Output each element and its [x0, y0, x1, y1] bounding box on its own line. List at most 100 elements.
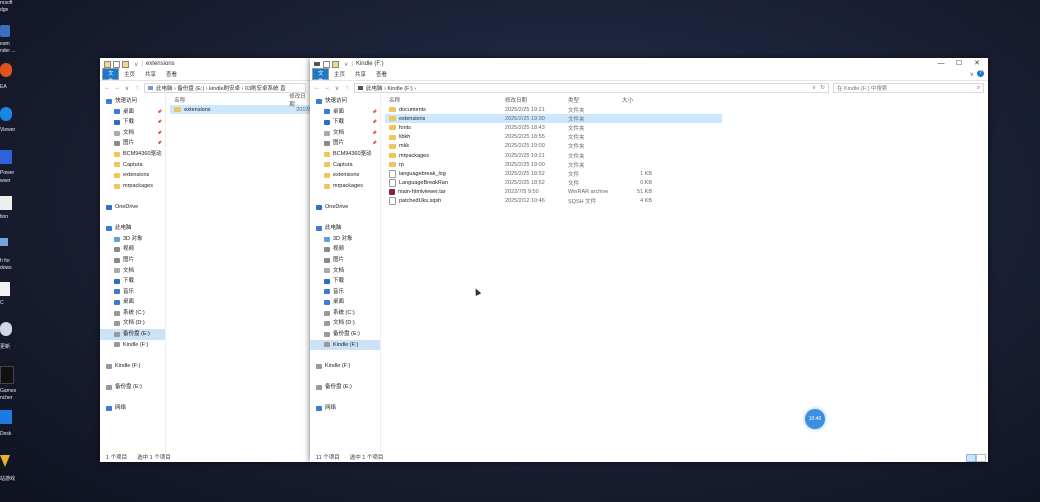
new-folder-icon[interactable]: [332, 60, 339, 68]
table-row[interactable]: languagebreak_log 2025/2/25 18:52 文件 1 KB: [385, 169, 722, 178]
sidebar-item[interactable]: 网络: [310, 403, 380, 414]
column-header-name[interactable]: 名称: [389, 96, 505, 104]
tab-file[interactable]: 文件: [102, 68, 119, 85]
desktop-label[interactable]: Viewer: [0, 127, 15, 133]
desktop-label[interactable]: rosoft: [0, 0, 13, 6]
tab-view[interactable]: 查看: [371, 70, 392, 80]
up-arrow-icon[interactable]: ↑: [134, 85, 140, 91]
desktop-label[interactable]: nder ...: [0, 48, 16, 54]
properties-icon[interactable]: [323, 60, 330, 68]
sidebar-item[interactable]: 文档 📌: [310, 128, 380, 139]
column-header-date[interactable]: 修改日期: [283, 92, 310, 108]
desktop-label[interactable]: C: [0, 300, 4, 306]
table-row[interactable]: mkk 2025/2/25 19:00 文件夹: [385, 142, 722, 151]
sidebar-item[interactable]: 文档: [310, 266, 380, 277]
desktop-label[interactable]: 更新: [0, 344, 10, 350]
desktop-label[interactable]: tion: [0, 214, 8, 220]
sidebar-item[interactable]: 桌面: [310, 297, 380, 308]
address-dropdown-icon[interactable]: ∨: [812, 85, 816, 91]
teamviewer-icon[interactable]: [0, 107, 12, 121]
help-icon[interactable]: ?: [977, 70, 984, 77]
desktop-label[interactable]: 站游戏: [0, 476, 15, 482]
ribbon-expand-icon[interactable]: ∨: [970, 71, 974, 78]
sidebar-item[interactable]: 音乐: [310, 287, 380, 298]
tab-home[interactable]: 主页: [329, 70, 350, 80]
refresh-icon[interactable]: ↻: [820, 85, 825, 91]
sidebar-item[interactable]: 此电脑: [310, 223, 380, 234]
dropdown-icon[interactable]: ∨: [134, 61, 138, 68]
sidebar-item[interactable]: Kindle (F:): [100, 340, 165, 351]
back-arrow-icon[interactable]: ←: [104, 85, 110, 91]
sidebar-item[interactable]: 备份盘 (E:): [100, 382, 165, 393]
sidebar-item[interactable]: 下载: [310, 276, 380, 287]
desktop-label[interactable]: h for: [0, 258, 10, 264]
table-row[interactable]: extensions 2025/2/25 19:30 文件夹: [385, 114, 722, 124]
sidebar-item[interactable]: 系统 (C:): [100, 308, 165, 319]
forward-arrow-icon[interactable]: →: [114, 85, 120, 91]
up-arrow-icon[interactable]: ↑: [344, 85, 350, 91]
sidebar-item[interactable]: 图片 📌: [100, 138, 165, 149]
sidebar-item[interactable]: 下载 📌: [310, 117, 380, 128]
sidebar-item[interactable]: 备份盘 (E:): [310, 329, 380, 340]
search-input[interactable]: 在 Kindle (F:) 中搜索 ⌕: [833, 83, 984, 93]
search-icon[interactable]: ⌕: [977, 85, 980, 92]
tab-share[interactable]: 共享: [140, 70, 161, 80]
table-row[interactable]: patchedUks.sqsh 2025/2/12 10:46 SQSH 文件 4 K…: [385, 197, 722, 206]
app-icon[interactable]: [0, 238, 8, 246]
tab-view[interactable]: 查看: [161, 70, 182, 80]
desktop-label[interactable]: dge: [0, 7, 8, 13]
app-icon[interactable]: [0, 282, 10, 296]
address-input[interactable]: 此电脑 › Kindle (F:) › ∨ ↻: [354, 83, 829, 93]
sidebar-item[interactable]: 快速访问: [100, 96, 165, 107]
desktop-label[interactable]: eam: [0, 41, 10, 47]
app-icon[interactable]: [0, 410, 12, 424]
sidebar-item[interactable]: 图片 📌: [310, 138, 380, 149]
desktop-label[interactable]: EA: [0, 84, 7, 90]
sidebar-item[interactable]: BCM94360驱动: [310, 149, 380, 160]
sidebar-item[interactable]: 视频: [100, 244, 165, 255]
details-view-button[interactable]: [966, 454, 976, 462]
minimize-button[interactable]: —: [932, 58, 950, 70]
sidebar-item[interactable]: 网络: [100, 403, 165, 414]
table-row[interactable]: LanguageBreakRan 2025/2/25 18:52 文件 0 KB: [385, 179, 722, 188]
sidebar-item[interactable]: 视频: [310, 244, 380, 255]
sidebar-item[interactable]: 快速访问: [310, 96, 380, 107]
sidebar-item[interactable]: 此电脑: [100, 223, 165, 234]
sidebar-item[interactable]: 备份盘 (E:): [310, 382, 380, 393]
table-row[interactable]: main-htmlviewer.tar 2022/7/5 9:50 WinRAR a…: [385, 188, 722, 197]
table-row[interactable]: extensions 2017/: [170, 105, 310, 115]
sidebar-item[interactable]: 桌面 📌: [100, 107, 165, 118]
new-folder-icon[interactable]: [122, 60, 129, 68]
desktop-label[interactable]: Power: [0, 170, 14, 176]
forward-arrow-icon[interactable]: →: [324, 85, 330, 91]
sidebar-item[interactable]: 系统 (C:): [310, 308, 380, 319]
sidebar-item[interactable]: Captura: [310, 160, 380, 171]
desktop-label[interactable]: wser: [0, 178, 11, 184]
floating-badge[interactable]: 10:46: [805, 409, 825, 429]
table-row[interactable]: mrpackages 2025/2/25 19:21 文件夹: [385, 151, 722, 160]
sidebar-item[interactable]: 图片: [100, 255, 165, 266]
column-header-name[interactable]: 名称: [166, 96, 283, 104]
desktop-label[interactable]: Desk: [0, 431, 11, 437]
sidebar-item[interactable]: OneDrive: [310, 202, 380, 213]
sidebar-item[interactable]: mrpackages: [100, 181, 165, 192]
table-row[interactable]: fonts 2025/2/25 18:43 文件夹: [385, 123, 722, 132]
sidebar-item[interactable]: 备份盘 (E:): [100, 329, 166, 340]
sidebar-item[interactable]: 文档 (D:): [310, 318, 380, 329]
sidebar-item[interactable]: 文档 (D:): [100, 318, 165, 329]
maximize-button[interactable]: ☐: [950, 58, 968, 70]
game-icon[interactable]: [0, 455, 10, 467]
sidebar-item[interactable]: 桌面 📌: [310, 107, 380, 118]
tab-home[interactable]: 主页: [119, 70, 140, 80]
sidebar-item[interactable]: extensions: [100, 170, 165, 181]
close-button[interactable]: ✕: [968, 58, 986, 70]
sidebar-item[interactable]: mrpackages: [310, 181, 380, 192]
sidebar-item[interactable]: 下载: [100, 276, 165, 287]
sidebar-item[interactable]: Kindle (F:): [100, 361, 165, 372]
sidebar-item[interactable]: 3D 对象: [100, 234, 165, 245]
column-header-date[interactable]: 修改日期: [505, 96, 568, 104]
gear-icon[interactable]: [0, 322, 12, 336]
table-row[interactable]: rp 2025/2/25 19:00 文件夹: [385, 160, 722, 169]
notion-icon[interactable]: [0, 196, 12, 210]
sidebar-item[interactable]: 文档 📌: [100, 128, 165, 139]
